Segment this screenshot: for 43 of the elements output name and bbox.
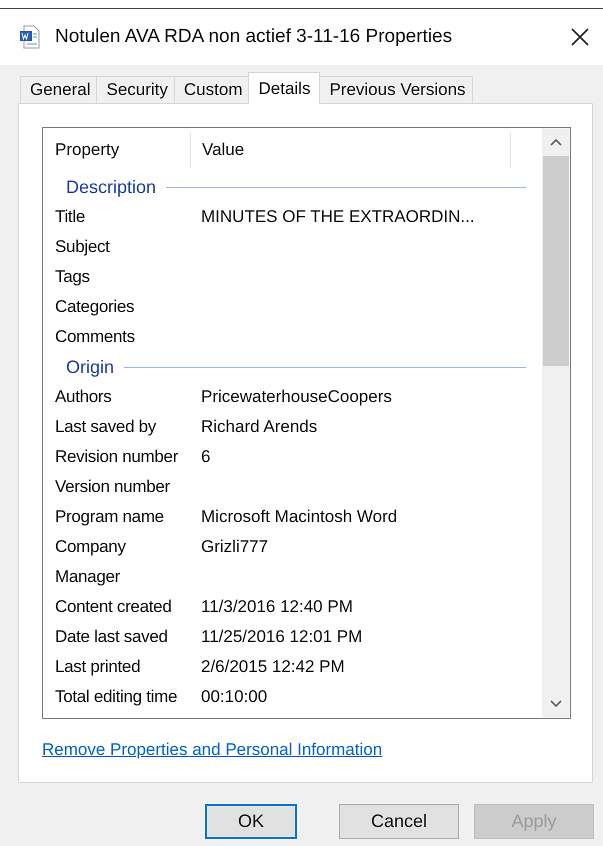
word-document-icon: [19, 25, 41, 49]
group-heading: Origin: [66, 356, 114, 378]
scroll-up-icon[interactable]: [550, 138, 562, 146]
property-name: Revision number: [55, 447, 180, 467]
property-name: Last saved by: [55, 417, 158, 437]
group-heading: Description: [66, 176, 156, 198]
property-value: PricewaterhouseCoopers: [201, 387, 392, 407]
property-value: 00:10:00: [201, 687, 268, 707]
property-name: Company: [55, 537, 127, 557]
property-value: MINUTES OF THE EXTRAORDIN...: [201, 207, 475, 227]
property-value: Grizli777: [201, 537, 268, 557]
property-name: Total editing time: [55, 687, 178, 707]
property-value: 11/25/2016 12:01 PM: [201, 627, 362, 647]
property-name: Title: [55, 207, 86, 227]
scrollbar-thumb[interactable]: [543, 156, 569, 366]
property-name: Content created: [55, 597, 172, 617]
property-name: Manager: [55, 567, 121, 587]
property-value: 6: [201, 447, 210, 467]
remove-properties-link[interactable]: Remove Properties and Personal Information: [42, 740, 382, 760]
tab[interactable]: Details: [248, 72, 320, 104]
close-icon[interactable]: [571, 28, 589, 46]
property-value: 11/3/2016 12:40 PM: [201, 597, 353, 617]
column-header[interactable]: Value: [191, 132, 511, 168]
property-name: Version number: [55, 477, 171, 497]
scroll-down-icon[interactable]: [550, 700, 562, 708]
tab[interactable]: General: [20, 76, 98, 103]
property-value: 2/6/2015 12:42 PM: [201, 657, 345, 677]
property-name: Tags: [55, 267, 91, 287]
property-value: Microsoft Macintosh Word: [201, 507, 398, 527]
property-value: Richard Arends: [201, 417, 318, 437]
window-title: Notulen AVA RDA non actief 3-11-16 Properties: [55, 26, 454, 48]
dialog-button[interactable]: OK: [205, 804, 297, 839]
property-name: Categories: [55, 297, 136, 317]
scrollbar[interactable]: [542, 128, 570, 718]
column-header[interactable]: Property: [55, 132, 191, 168]
property-name: Program name: [55, 507, 165, 527]
property-name: Authors: [55, 387, 112, 407]
property-name: Comments: [55, 327, 136, 347]
tab[interactable]: Previous Versions: [319, 76, 473, 103]
property-name: Last printed: [55, 657, 142, 677]
property-name: Date last saved: [55, 627, 169, 647]
dialog-button[interactable]: Cancel: [339, 804, 459, 839]
property-name: Subject: [55, 237, 111, 257]
